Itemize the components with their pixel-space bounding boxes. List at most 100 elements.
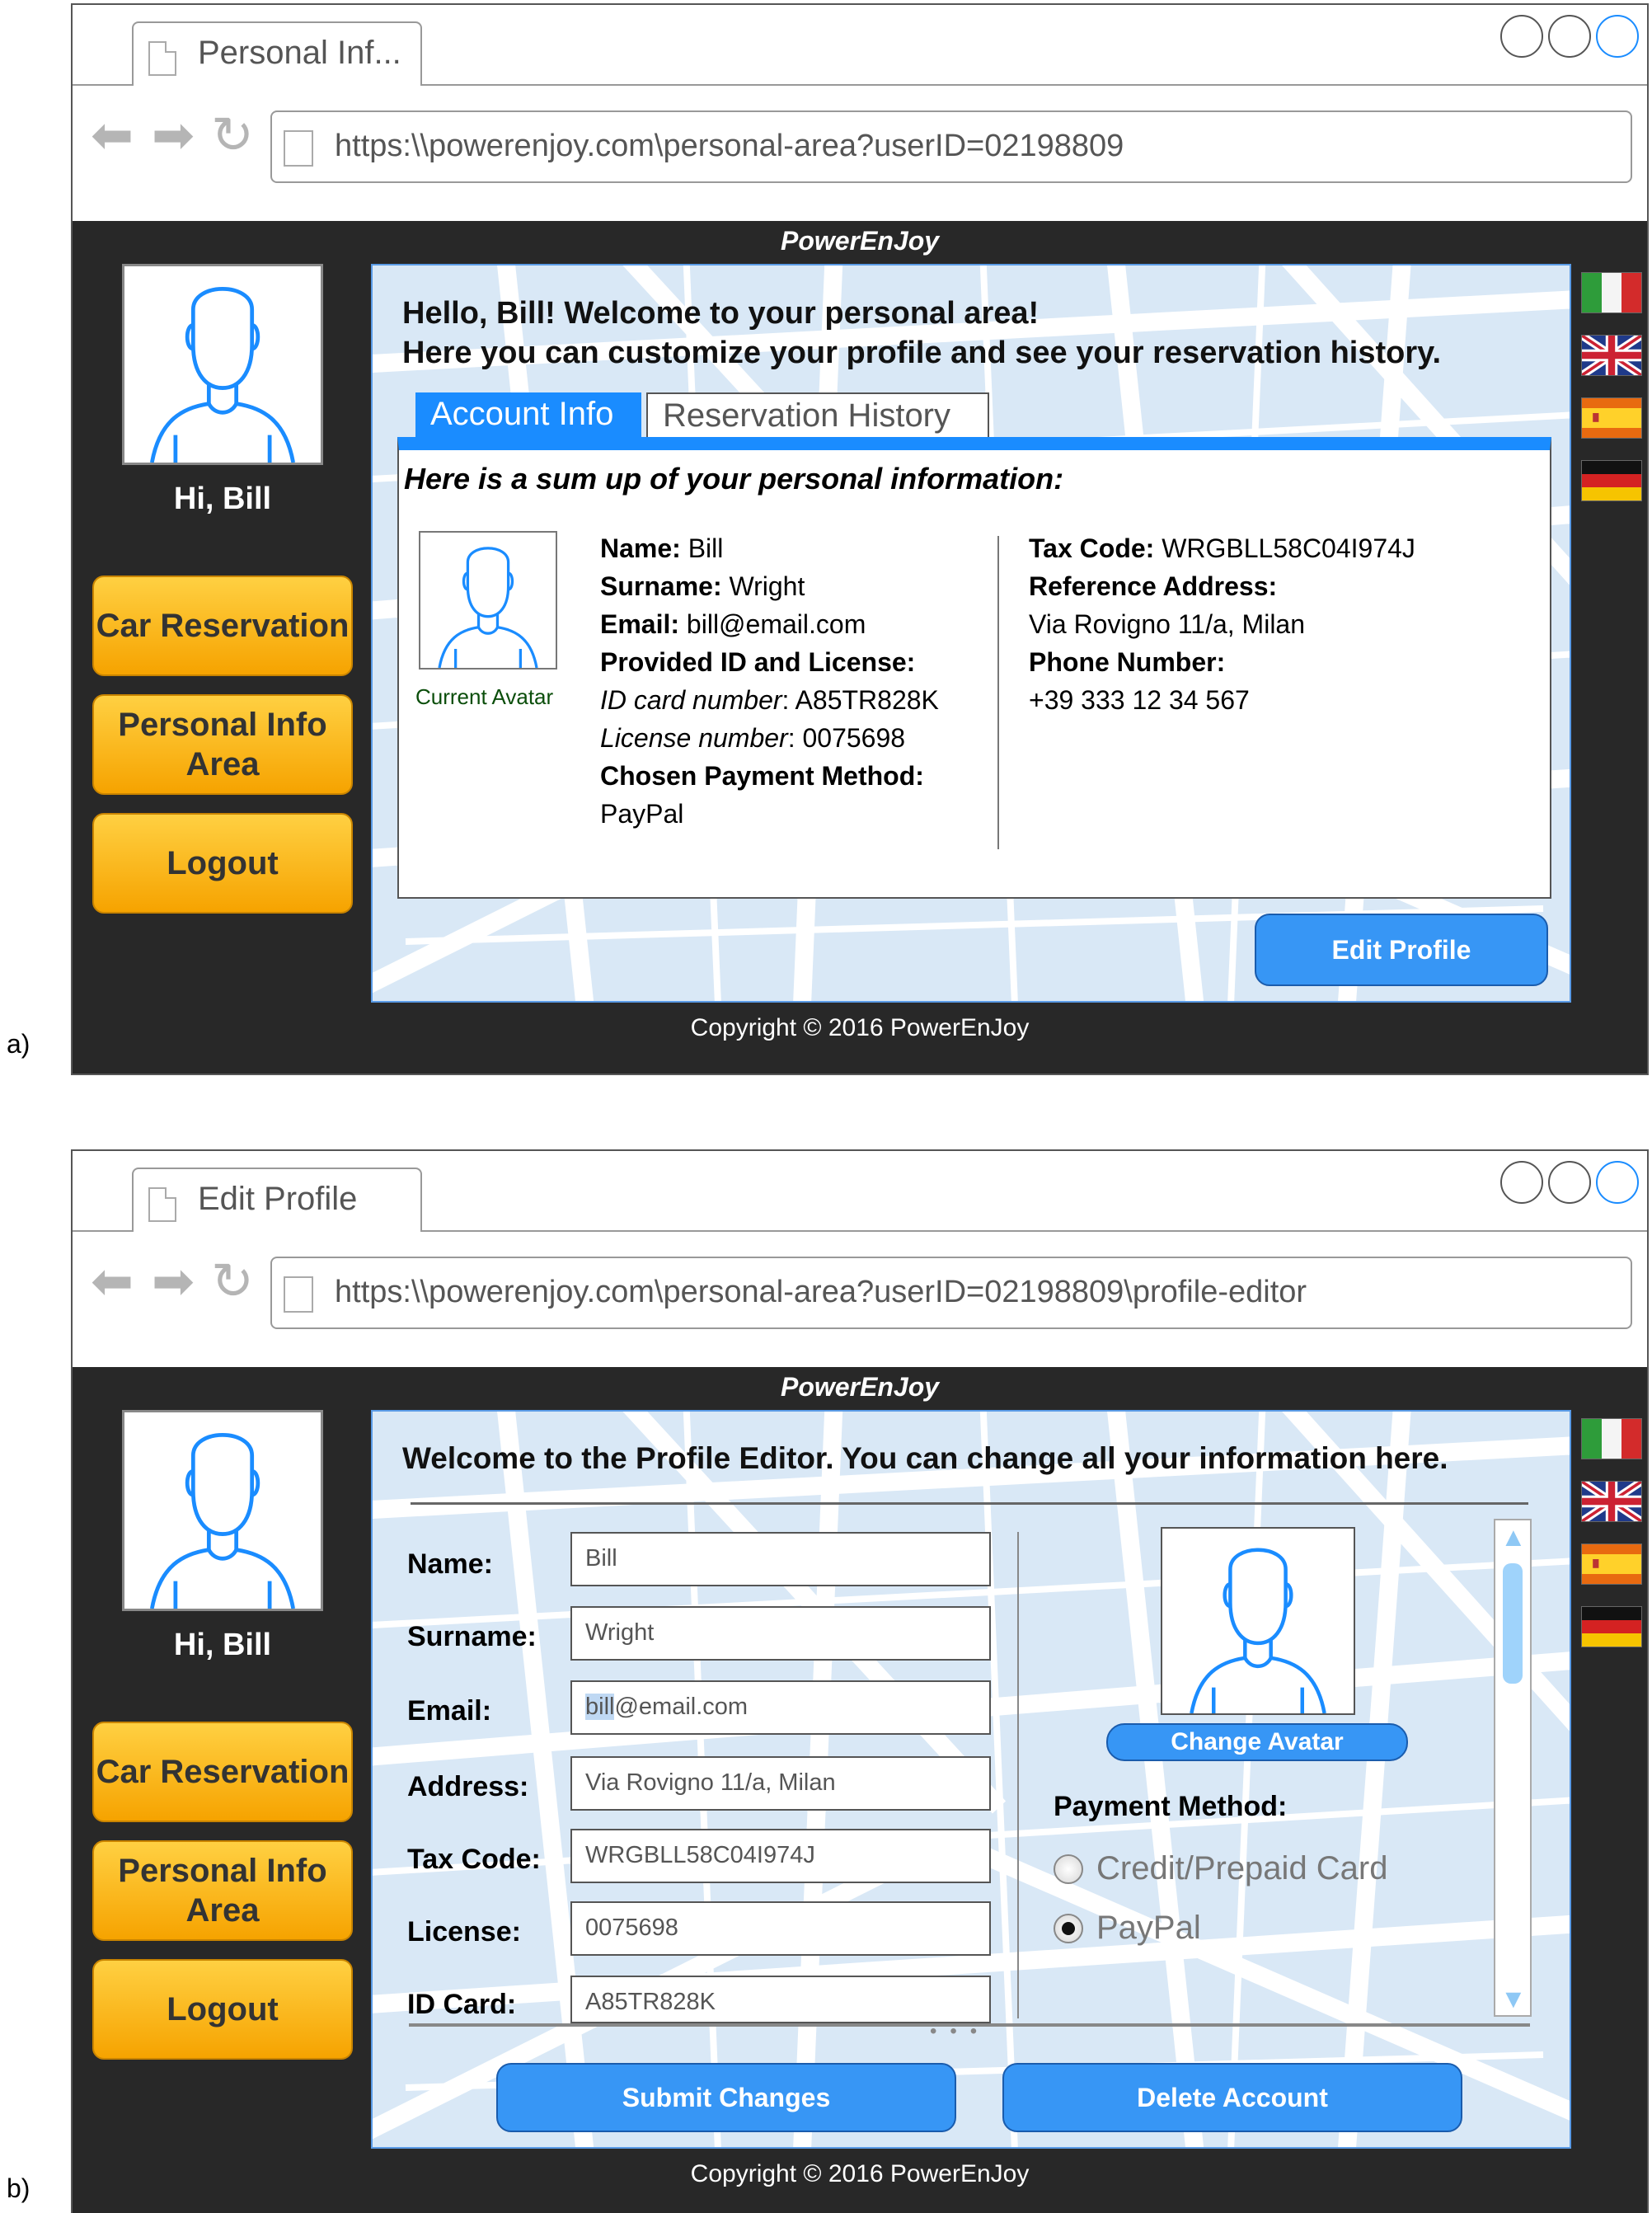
forward-arrow-icon[interactable]: ➡ (152, 110, 195, 162)
license-label: License: (407, 1916, 521, 1948)
car-reservation-button[interactable]: Car Reservation (92, 576, 353, 676)
forward-arrow-icon[interactable]: ➡ (152, 1257, 195, 1308)
browser-tab-title: Edit Profile (198, 1181, 358, 1217)
spain-flag-icon[interactable] (1581, 397, 1642, 439)
spain-flag-icon[interactable] (1581, 1543, 1642, 1585)
delete-account-button[interactable]: Delete Account (1002, 2063, 1462, 2132)
scroll-down-arrow-icon[interactable]: ▼ (1500, 1985, 1527, 2012)
tax-code-field[interactable]: WRGBLL58C04I974J (570, 1829, 991, 1883)
change-avatar-button[interactable]: Change Avatar (1106, 1723, 1408, 1761)
user-avatar (122, 1410, 323, 1611)
user-greeting: Hi, Bill (173, 1628, 272, 1662)
vertical-scrollbar[interactable]: ▲ ▼ (1494, 1519, 1532, 2017)
panel-b-label: b) (7, 2173, 31, 2203)
license-label: License number (600, 723, 788, 753)
browser-window-personal-area: Personal Inf... ⬅ ➡ ↻ https:\\powerenjoy… (71, 3, 1649, 1075)
license-field[interactable]: 0075698 (570, 1901, 991, 1956)
avatar-preview (1161, 1527, 1355, 1715)
window-button-2[interactable] (1548, 15, 1591, 58)
scroll-up-arrow-icon[interactable]: ▲ (1500, 1524, 1527, 1550)
logout-button[interactable]: Logout (92, 1959, 353, 2060)
browser-window-profile-editor: Edit Profile ⬅ ➡ ↻ https:\\powerenjoy.co… (71, 1149, 1649, 2213)
id-card-value: : A85TR828K (781, 685, 939, 715)
column-divider (997, 536, 999, 849)
payment-option-paypal-label: PayPal (1096, 1910, 1201, 1946)
payment-option-paypal[interactable]: PayPal (1054, 1910, 1201, 1947)
germany-flag-icon[interactable] (1581, 1606, 1642, 1647)
logout-button[interactable]: Logout (92, 813, 353, 914)
copyright: Copyright © 2016 PowerEnJoy (690, 1014, 1030, 1041)
address-bar-url: https:\\powerenjoy.com\personal-area?use… (335, 129, 1124, 163)
user-greeting: Hi, Bill (173, 482, 272, 516)
email-rest-text: @email.com (614, 1694, 749, 1720)
window-button-1[interactable] (1500, 15, 1543, 58)
personal-info-area-button[interactable]: Personal Info Area (92, 1840, 353, 1941)
surname-value: Wright (729, 571, 805, 601)
window-button-2[interactable] (1548, 1161, 1591, 1204)
radio-button-selected[interactable] (1054, 1913, 1083, 1943)
surname-field[interactable]: Wright (570, 1606, 991, 1661)
email-field[interactable]: bill@email.com (570, 1680, 991, 1735)
tax-code-label: Tax Code: (1029, 533, 1155, 563)
id-license-label: Provided ID and License: (600, 647, 916, 677)
copyright: Copyright © 2016 PowerEnJoy (690, 2160, 1030, 2187)
id-card-label: ID Card: (407, 1989, 517, 2020)
welcome-line-1: Hello, Bill! Welcome to your personal ar… (402, 296, 1040, 331)
submit-changes-button[interactable]: Submit Changes (496, 2063, 956, 2132)
address-field[interactable]: Via Rovigno 11/a, Milan (570, 1756, 991, 1811)
tab-account-info[interactable]: Account Info (415, 392, 641, 437)
id-card-field[interactable]: A85TR828K (570, 1976, 991, 2023)
back-arrow-icon[interactable]: ⬅ (91, 1257, 134, 1308)
user-avatar (122, 264, 323, 465)
email-label: Email: (407, 1695, 492, 1727)
more-dots-icon[interactable]: ••• (930, 2020, 990, 2043)
italy-flag-icon[interactable] (1581, 1418, 1642, 1459)
reload-icon[interactable]: ↻ (211, 110, 254, 162)
uk-flag-icon[interactable] (1581, 335, 1642, 376)
italy-flag-icon[interactable] (1581, 272, 1642, 313)
radio-button[interactable] (1054, 1854, 1083, 1884)
address-bar[interactable]: https:\\powerenjoy.com\personal-area?use… (270, 110, 1632, 183)
reload-icon[interactable]: ↻ (211, 1257, 254, 1308)
current-avatar-label: Current Avatar (415, 684, 554, 709)
tab-reservation-history[interactable]: Reservation History (646, 392, 989, 437)
page-icon (284, 130, 313, 167)
edit-profile-button[interactable]: Edit Profile (1255, 914, 1548, 986)
name-field[interactable]: Bill (570, 1532, 991, 1586)
license-value: : 0075698 (787, 723, 906, 753)
divider (411, 1502, 1528, 1505)
personal-info-area-button[interactable]: Personal Info Area (92, 694, 353, 795)
email-value: bill@email.com (686, 609, 866, 639)
id-card-label: ID card number (600, 685, 782, 715)
payment-option-card[interactable]: Credit/Prepaid Card (1054, 1850, 1388, 1887)
back-arrow-icon[interactable]: ⬅ (91, 110, 134, 162)
payment-value: PayPal (600, 799, 684, 829)
browser-tab[interactable]: Personal Inf... (132, 21, 422, 86)
main-content: Welcome to the Profile Editor. You can c… (371, 1410, 1571, 2149)
address-value: Via Rovigno 11/a, Milan (1029, 609, 1306, 639)
editor-welcome: Welcome to the Profile Editor. You can c… (402, 1441, 1448, 1475)
address-label: Address: (407, 1771, 529, 1802)
brand-title: PowerEnJoy (780, 1372, 940, 1402)
browser-tab[interactable]: Edit Profile (132, 1168, 422, 1232)
scroll-thumb[interactable] (1503, 1563, 1523, 1684)
address-label: Reference Address: (1029, 571, 1278, 601)
info-left-column: Name: Bill Surname: Wright Email: bill@e… (600, 529, 939, 833)
address-bar[interactable]: https:\\powerenjoy.com\personal-area?use… (270, 1257, 1632, 1329)
car-reservation-button[interactable]: Car Reservation (92, 1722, 353, 1822)
welcome-line-2: Here you can customize your profile and … (402, 336, 1442, 370)
app-area: PowerEnJoy Hi, Bill Car Reservation Pers… (73, 221, 1647, 1074)
uk-flag-icon[interactable] (1581, 1481, 1642, 1522)
main-content: Hello, Bill! Welcome to your personal ar… (371, 264, 1571, 1003)
page-icon (284, 1276, 313, 1313)
page-icon (148, 1187, 176, 1222)
current-avatar (419, 531, 557, 670)
window-button-1[interactable] (1500, 1161, 1543, 1204)
summary-title: Here is a sum up of your personal inform… (404, 462, 1064, 496)
window-button-3[interactable] (1596, 15, 1639, 58)
phone-label: Phone Number: (1029, 647, 1226, 677)
window-button-3[interactable] (1596, 1161, 1639, 1204)
germany-flag-icon[interactable] (1581, 460, 1642, 501)
surname-label: Surname: (600, 571, 722, 601)
name-label: Name: (407, 1548, 493, 1580)
